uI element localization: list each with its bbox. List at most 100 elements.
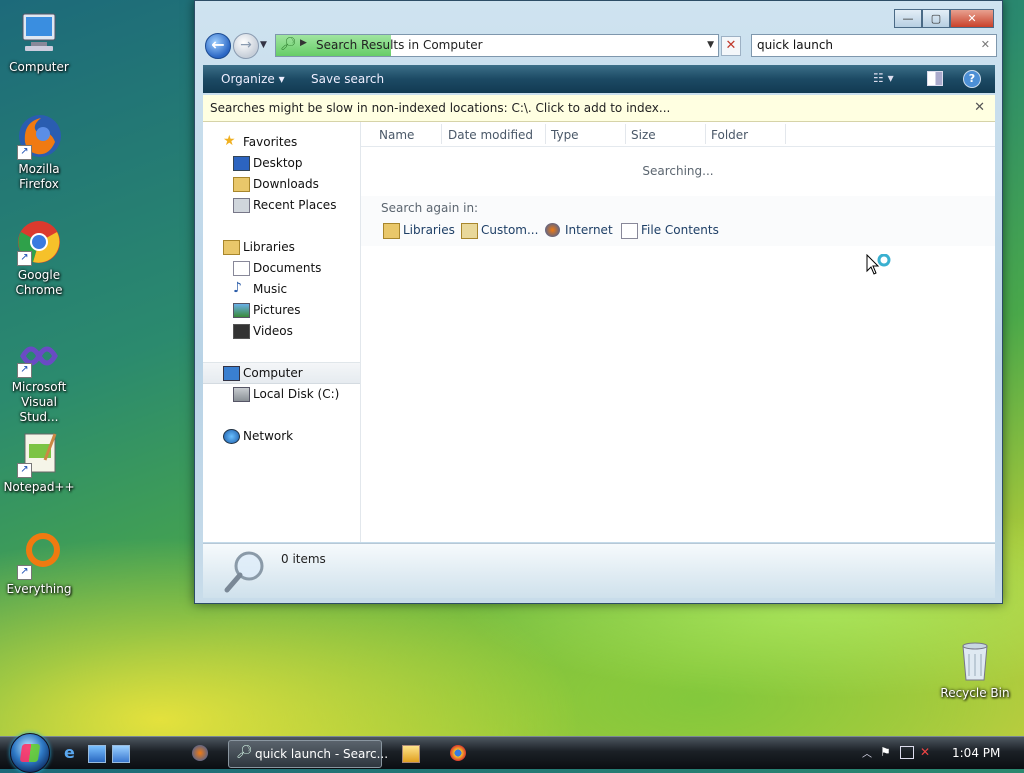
desktop-icon-computer[interactable]: Computer xyxy=(0,10,78,75)
nav-item-pictures[interactable]: Pictures xyxy=(203,300,360,320)
info-bar[interactable]: Searches might be slow in non-indexed lo… xyxy=(203,95,995,122)
address-row: ← → ▼ 🔎︎ ▶ Search Results in Computer ▼ … xyxy=(203,31,997,59)
column-headers: Name Date modified Type Size Folder xyxy=(361,122,995,147)
address-bar[interactable]: 🔎︎ ▶ Search Results in Computer ▼ xyxy=(275,34,719,57)
help-button[interactable]: ? xyxy=(963,70,981,88)
nav-item-downloads[interactable]: Downloads xyxy=(203,174,360,194)
nav-item-videos[interactable]: Videos xyxy=(203,321,360,341)
column-header-name[interactable]: Name xyxy=(379,128,414,142)
info-bar-message[interactable]: Searches might be slow in non-indexed lo… xyxy=(210,101,670,115)
start-button[interactable] xyxy=(10,733,50,773)
file-contents-icon xyxy=(621,223,638,239)
recycle-bin-icon xyxy=(951,636,999,684)
close-button[interactable]: ✕ xyxy=(950,9,994,28)
desktop-icon-firefox[interactable]: ↗ Mozilla Firefox xyxy=(0,112,78,192)
videos-icon xyxy=(233,324,250,339)
shortcut-arrow-icon: ↗ xyxy=(17,363,32,378)
save-search-button[interactable]: Save search xyxy=(311,72,384,86)
desktop-icon-notepad-plus-plus[interactable]: ↗ Notepad++ xyxy=(0,430,78,495)
desktop-icon-label: Notepad++ xyxy=(3,480,75,494)
media-player-icon[interactable] xyxy=(402,745,420,763)
shortcut-arrow-icon: ↗ xyxy=(17,145,32,160)
nav-item-desktop[interactable]: Desktop xyxy=(203,153,360,173)
search-box[interactable]: ✕ xyxy=(751,34,997,57)
chrome-icon[interactable] xyxy=(450,745,466,761)
desktop-icon-everything[interactable]: ↗ Everything xyxy=(0,532,78,597)
search-input[interactable] xyxy=(752,35,967,54)
column-header-type[interactable]: Type xyxy=(551,128,579,142)
desktop-icon-label: Chrome xyxy=(15,283,63,297)
notepad-plus-plus-icon: ↗ xyxy=(15,430,63,478)
volume-muted-icon[interactable]: ✕ xyxy=(920,745,930,759)
clear-search-icon[interactable]: ✕ xyxy=(981,38,990,51)
computer-icon xyxy=(223,366,240,381)
desktop-icon-label: Computer xyxy=(9,60,69,74)
firefox-icon xyxy=(545,223,560,237)
item-count: 0 items xyxy=(281,552,326,566)
nav-item-computer[interactable]: Computer xyxy=(203,362,360,384)
clock[interactable]: 1:04 PM xyxy=(952,746,1000,760)
column-header-size[interactable]: Size xyxy=(631,128,656,142)
nav-item-libraries[interactable]: Libraries xyxy=(203,237,360,257)
nav-item-music[interactable]: ♪ Music xyxy=(203,279,360,299)
internet-explorer-icon[interactable]: e xyxy=(64,743,80,762)
taskbar-button-search-window[interactable]: 🔎︎ quick launch - Searc... xyxy=(228,740,388,768)
switch-windows-icon[interactable] xyxy=(112,745,130,763)
views-button[interactable]: ☷ ▾ xyxy=(873,71,894,85)
firefox-icon[interactable] xyxy=(192,745,208,761)
nav-item-recent-places[interactable]: Recent Places xyxy=(203,195,360,215)
nav-item-network[interactable]: Network xyxy=(203,426,360,446)
desktop-icon-label: Visual Stud... xyxy=(19,395,59,424)
nav-item-local-disk[interactable]: Local Disk (C:) xyxy=(203,384,360,404)
desktop-icon-chrome[interactable]: ↗ Google Chrome xyxy=(0,218,78,298)
documents-icon xyxy=(233,261,250,276)
chrome-icon: ↗ xyxy=(15,218,63,266)
search-magnifier-icon xyxy=(224,551,264,593)
show-desktop-icon[interactable] xyxy=(88,745,106,763)
action-center-flag-icon[interactable]: ⚑ xyxy=(880,745,891,759)
taskbar: e 🔎︎ quick launch - Searc... ︿ ⚑ ✕ 1:04 … xyxy=(0,733,1024,773)
visual-studio-icon: ↗ xyxy=(15,330,63,378)
libraries-icon xyxy=(383,223,400,239)
shortcut-arrow-icon: ↗ xyxy=(17,251,32,266)
stop-search-button[interactable]: ✕ xyxy=(721,36,741,56)
info-bar-close-icon[interactable]: ✕ xyxy=(974,100,985,115)
views-icon: ☷ xyxy=(873,71,884,85)
maximize-button[interactable]: ▢ xyxy=(922,9,950,28)
breadcrumb-arrow-icon[interactable]: ▶ xyxy=(300,38,307,48)
hard-drive-icon xyxy=(233,387,250,402)
column-header-date-modified[interactable]: Date modified xyxy=(448,128,533,142)
desktop-icon-label: Mozilla xyxy=(18,162,60,176)
desktop-icon-recycle-bin[interactable]: Recycle Bin xyxy=(936,636,1014,701)
pictures-icon xyxy=(233,303,250,318)
network-status-icon[interactable] xyxy=(900,746,914,759)
downloads-folder-icon xyxy=(233,177,250,192)
details-pane: 0 items xyxy=(203,543,995,598)
caption-buttons: — ▢ ✕ xyxy=(894,9,994,28)
file-list: Name Date modified Type Size Folder Sear… xyxy=(361,122,995,542)
preview-pane-button[interactable] xyxy=(927,71,943,86)
desktop-icon xyxy=(233,156,250,171)
search-icon: 🔎︎ xyxy=(236,745,253,760)
show-hidden-icons-icon[interactable]: ︿ xyxy=(862,745,872,760)
breadcrumb[interactable]: Search Results in Computer xyxy=(316,38,483,52)
search-again-label: Search again in: xyxy=(381,201,479,215)
minimize-button[interactable]: — xyxy=(894,9,922,28)
column-header-folder[interactable]: Folder xyxy=(711,128,748,142)
organize-button[interactable]: Organize ▾ xyxy=(221,72,285,86)
firefox-icon: ↗ xyxy=(15,112,63,160)
forward-button[interactable]: → xyxy=(233,33,259,59)
desktop-icon-label: Recycle Bin xyxy=(940,686,1010,700)
address-dropdown-icon[interactable]: ▼ xyxy=(707,40,714,50)
nav-item-favorites[interactable]: ★ Favorites xyxy=(203,132,360,152)
back-button[interactable]: ← xyxy=(205,33,231,59)
nav-item-documents[interactable]: Documents xyxy=(203,258,360,278)
desktop-icon-visual-studio[interactable]: ↗ Microsoft Visual Stud... xyxy=(0,330,78,425)
recent-pages-dropdown[interactable]: ▼ xyxy=(260,40,267,50)
search-status: Searching... xyxy=(642,164,714,178)
recent-places-icon xyxy=(233,198,250,213)
everything-search-icon: ↗ xyxy=(15,532,63,580)
custom-folder-icon xyxy=(461,223,478,239)
desktop-icon-label: Google xyxy=(17,268,61,282)
windows-logo-icon xyxy=(19,744,41,762)
